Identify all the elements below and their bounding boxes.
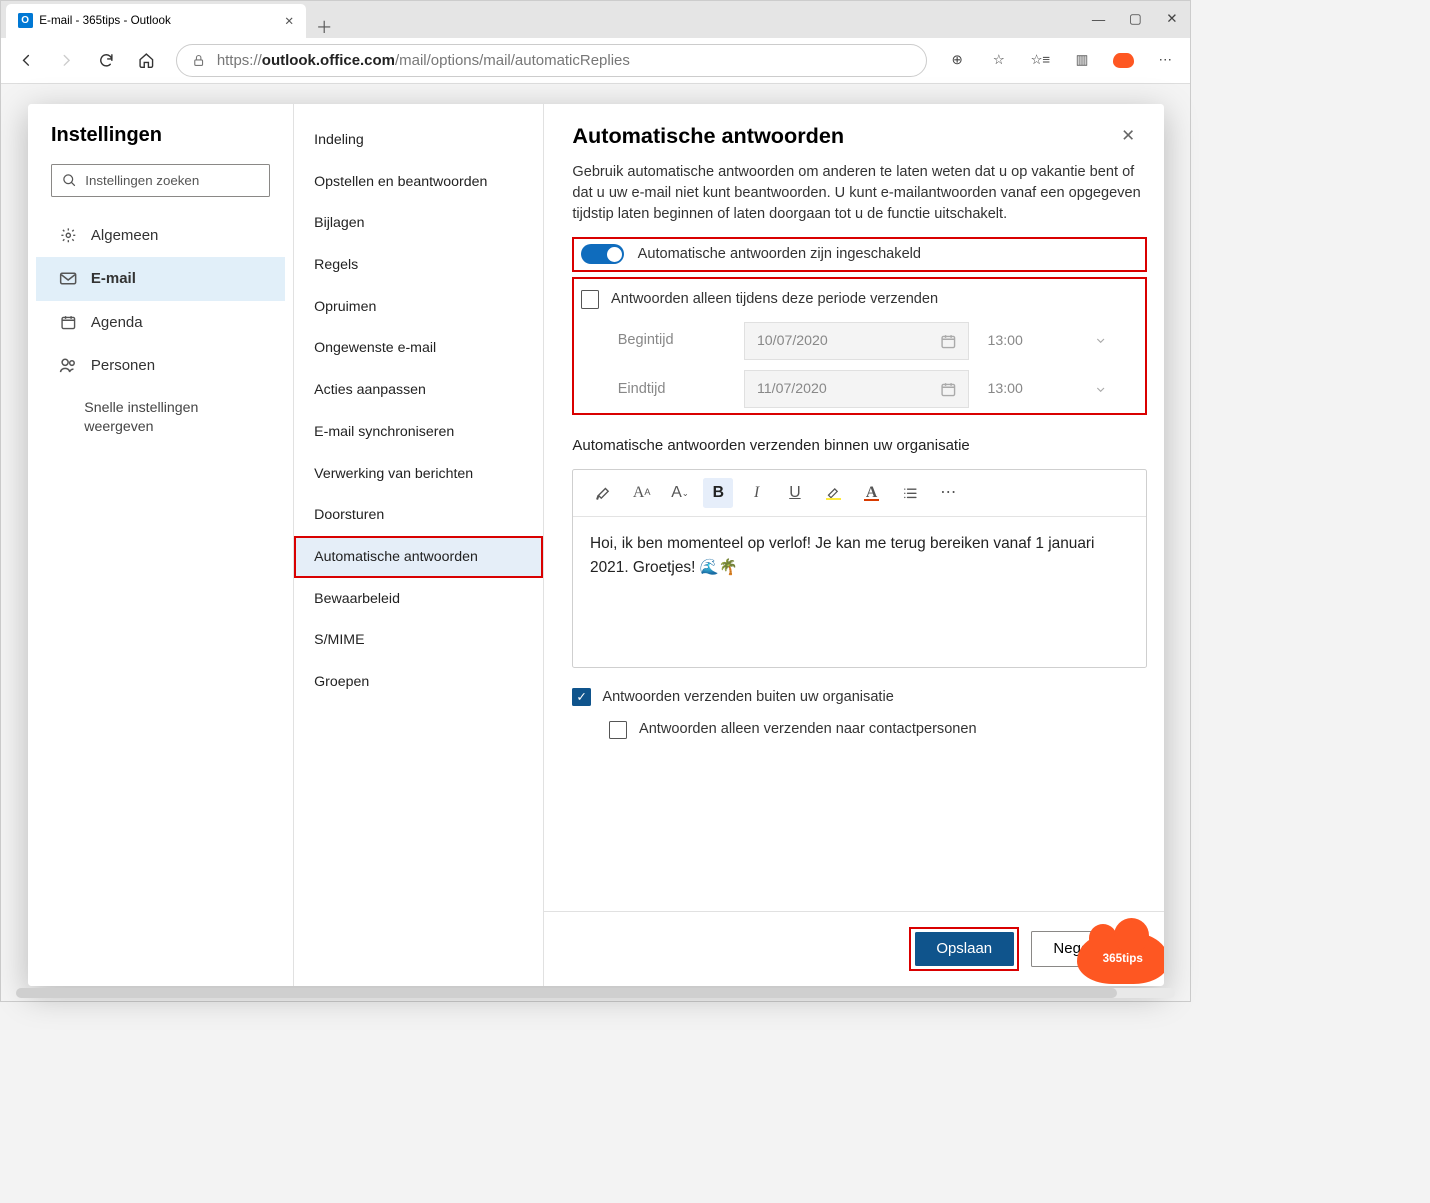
save-button[interactable]: Opslaan xyxy=(915,932,1014,966)
quick-settings-link[interactable]: Snelle instellingen weergeven xyxy=(36,387,285,449)
nav-item-label: Agenda xyxy=(91,314,143,331)
subnav-item[interactable]: Ongewenste e-mail xyxy=(294,328,543,370)
chevron-down-icon xyxy=(1094,334,1107,347)
url-path: /mail/options/mail/automaticReplies xyxy=(395,52,630,69)
tab-title: E-mail - 365tips - Outlook xyxy=(39,14,171,27)
period-label: Antwoorden alleen tijdens deze periode v… xyxy=(611,289,938,310)
toggle-label: Automatische antwoorden zijn ingeschakel… xyxy=(638,244,921,265)
settings-title: Instellingen xyxy=(51,124,270,147)
subnav-item[interactable]: Bewaarbeleid xyxy=(294,578,543,620)
more-menu-button[interactable]: ⋯ xyxy=(1147,42,1184,79)
start-date-input[interactable]: 10/07/2020 xyxy=(744,322,969,360)
nav-item-label: E-mail xyxy=(91,270,136,287)
back-button[interactable] xyxy=(8,42,45,79)
font-size-button[interactable]: A⌄ xyxy=(665,478,695,508)
start-time-label: Begintijd xyxy=(618,330,726,351)
people-icon xyxy=(59,357,77,374)
nav-item-e-mail[interactable]: E-mail xyxy=(36,257,285,300)
365tips-badge-icon: 365tips xyxy=(1077,933,1164,985)
period-checkbox[interactable] xyxy=(581,290,599,308)
contacts-only-checkbox[interactable] xyxy=(609,721,627,739)
subnav-item[interactable]: Bijlagen xyxy=(294,203,543,245)
lock-icon xyxy=(192,53,205,68)
nav-item-algemeen[interactable]: Algemeen xyxy=(36,214,285,257)
subnav-item[interactable]: Automatische antwoorden xyxy=(294,536,543,578)
panel-intro-text: Gebruik automatische antwoorden om ander… xyxy=(572,162,1147,225)
subnav-item[interactable]: Opstellen en beantwoorden xyxy=(294,161,543,203)
end-date-input[interactable]: 11/07/2020 xyxy=(744,370,969,408)
url-prefix: https:// xyxy=(217,52,262,69)
window-minimize-button[interactable]: — xyxy=(1080,1,1117,38)
nav-item-personen[interactable]: Personen xyxy=(36,344,285,387)
mail-icon xyxy=(59,271,77,286)
external-label: Antwoorden verzenden buiten uw organisat… xyxy=(602,687,893,708)
underline-button[interactable]: U xyxy=(780,478,810,508)
font-button[interactable]: AA xyxy=(627,478,657,508)
subnav-item[interactable]: E-mail synchroniseren xyxy=(294,411,543,453)
highlight-button[interactable] xyxy=(818,478,848,508)
bullet-list-button[interactable] xyxy=(895,478,925,508)
subnav-item[interactable]: Groepen xyxy=(294,661,543,703)
calendar-icon xyxy=(940,333,957,350)
calendar-icon xyxy=(940,381,957,398)
external-replies-checkbox[interactable]: ✓ xyxy=(572,688,590,706)
bold-button[interactable]: B xyxy=(703,478,733,508)
subnav-item[interactable]: Regels xyxy=(294,244,543,286)
browser-tab[interactable]: O E-mail - 365tips - Outlook ✕ xyxy=(6,4,306,37)
italic-button[interactable]: I xyxy=(742,478,772,508)
address-bar[interactable]: https://outlook.office.com/mail/options/… xyxy=(176,44,927,77)
subnav-item[interactable]: Acties aanpassen xyxy=(294,369,543,411)
subnav-item[interactable]: Indeling xyxy=(294,119,543,161)
settings-dialog: Instellingen Instellingen zoeken Algemee… xyxy=(28,104,1164,986)
horizontal-scrollbar[interactable] xyxy=(16,988,1175,998)
reply-editor: AA A⌄ B I U A ⋯ Hoi, ik ben momenteel op… xyxy=(572,469,1147,669)
favorite-button[interactable]: ☆ xyxy=(980,42,1017,79)
favorites-list-button[interactable]: ☆≡ xyxy=(1022,42,1059,79)
end-time-label: Eindtijd xyxy=(618,379,726,400)
format-painter-button[interactable] xyxy=(588,478,618,508)
window-close-button[interactable]: ✕ xyxy=(1154,1,1191,38)
panel-title: Automatische antwoorden xyxy=(572,123,844,149)
contacts-only-label: Antwoorden alleen verzenden naar contact… xyxy=(639,719,977,740)
subnav-item[interactable]: Opruimen xyxy=(294,286,543,328)
window-maximize-button[interactable]: ▢ xyxy=(1117,1,1154,38)
subnav-item[interactable]: S/MIME xyxy=(294,620,543,662)
calendar-icon xyxy=(59,314,77,331)
auto-reply-toggle[interactable] xyxy=(581,244,624,264)
close-panel-button[interactable]: ✕ xyxy=(1121,126,1135,146)
subnav-item[interactable]: Verwerking van berichten xyxy=(294,453,543,495)
settings-search-input[interactable]: Instellingen zoeken xyxy=(51,164,270,197)
tab-close-icon[interactable]: ✕ xyxy=(284,14,294,28)
add-page-button[interactable]: ⊕ xyxy=(939,42,976,79)
subnav-item[interactable]: Doorsturen xyxy=(294,495,543,537)
nav-item-label: Algemeen xyxy=(91,227,158,244)
gear-icon xyxy=(59,227,77,244)
internal-section-label: Automatische antwoorden verzenden binnen… xyxy=(572,435,1147,457)
end-time-dropdown[interactable]: 13:00 xyxy=(988,379,1113,400)
nav-item-label: Personen xyxy=(91,357,155,374)
extension-cloud-icon[interactable] xyxy=(1105,42,1142,79)
search-icon xyxy=(62,173,77,188)
editor-content[interactable]: Hoi, ik ben momenteel op verlof! Je kan … xyxy=(573,517,1146,667)
nav-item-agenda[interactable]: Agenda xyxy=(36,301,285,344)
start-time-dropdown[interactable]: 13:00 xyxy=(988,331,1113,352)
collections-button[interactable]: ▥ xyxy=(1064,42,1101,79)
new-tab-button[interactable]: ＋ xyxy=(306,14,343,38)
more-formatting-button[interactable]: ⋯ xyxy=(933,478,963,508)
chevron-down-icon xyxy=(1094,383,1107,396)
forward-button[interactable] xyxy=(48,42,85,79)
outlook-favicon-icon: O xyxy=(18,13,33,28)
home-button[interactable] xyxy=(128,42,165,79)
search-placeholder: Instellingen zoeken xyxy=(85,173,199,188)
font-color-button[interactable]: A xyxy=(857,478,887,508)
url-host: outlook.office.com xyxy=(262,52,395,69)
refresh-button[interactable] xyxy=(88,42,125,79)
